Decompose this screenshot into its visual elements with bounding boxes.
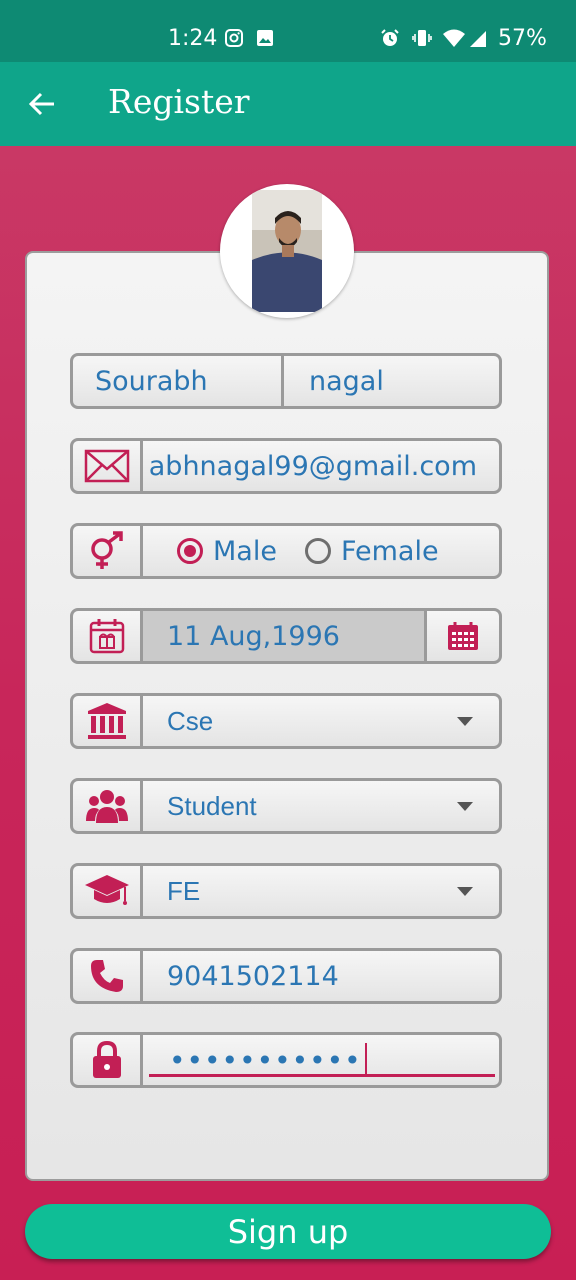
phone-icon <box>90 960 123 992</box>
year-row: FE <box>70 863 502 919</box>
status-time: 1:24 <box>168 26 218 51</box>
role-select[interactable]: Student <box>143 781 499 831</box>
text-cursor <box>365 1043 367 1077</box>
profile-photo <box>252 190 322 312</box>
department-row: Cse <box>70 693 502 749</box>
year-value: FE <box>167 875 201 906</box>
image-icon <box>257 30 273 46</box>
password-input[interactable]: ••••••••••• <box>143 1035 499 1085</box>
vibrate-icon <box>412 30 432 46</box>
birthday-calendar-icon <box>89 619 124 654</box>
email-row: abhnagal99@gmail.com <box>70 438 502 494</box>
female-radio[interactable] <box>304 538 331 564</box>
app-bar: Register <box>0 62 576 146</box>
phone-input[interactable]: 9041502114 <box>143 951 499 1001</box>
signal-icon <box>470 31 486 47</box>
email-input[interactable]: abhnagal99@gmail.com <box>143 441 499 491</box>
male-radio[interactable] <box>177 538 203 564</box>
gender-icon <box>90 531 123 569</box>
status-bar: 1:24 57% <box>0 0 576 62</box>
gender-icon-box <box>73 526 143 576</box>
instagram-icon <box>225 29 243 47</box>
dob-row: 11 Aug,1996 <box>70 608 502 664</box>
battery-level: 57% <box>498 26 547 51</box>
password-icon-box <box>73 1035 143 1085</box>
chevron-down-icon <box>457 716 473 726</box>
female-label: Female <box>340 535 439 567</box>
calendar-icon <box>448 622 478 650</box>
chevron-down-icon <box>457 801 473 811</box>
phone-icon-box <box>73 951 143 1001</box>
gender-option-female[interactable]: Female <box>304 535 439 567</box>
dob-input[interactable]: 11 Aug,1996 <box>143 611 424 661</box>
wifi-icon <box>443 29 465 47</box>
role-row: Student <box>70 778 502 834</box>
name-row: Sourabh nagal <box>70 353 502 409</box>
gender-option-male[interactable]: Male <box>177 536 277 567</box>
focus-underline <box>149 1074 495 1077</box>
male-label: Male <box>213 535 277 567</box>
department-value: Cse <box>167 705 214 736</box>
date-picker-button[interactable] <box>424 611 499 661</box>
password-mask: ••••••••••• <box>169 1044 362 1077</box>
year-select[interactable]: FE <box>143 866 499 916</box>
last-name-input[interactable]: nagal <box>284 356 499 406</box>
password-row: ••••••••••• <box>70 1032 502 1088</box>
role-icon-box <box>73 781 143 831</box>
email-icon-box <box>73 441 143 491</box>
department-select[interactable]: Cse <box>143 696 499 746</box>
avatar[interactable] <box>220 184 354 318</box>
first-name-input[interactable]: Sourabh <box>73 356 284 406</box>
arrow-left-icon[interactable] <box>28 90 56 118</box>
lock-icon <box>92 1040 121 1078</box>
gender-row: Male Female <box>70 523 502 579</box>
role-value: Student <box>167 790 257 821</box>
alarm-icon <box>381 29 399 46</box>
department-icon-box <box>73 696 143 746</box>
phone-row: 9041502114 <box>70 948 502 1004</box>
signup-button[interactable]: Sign up <box>25 1204 551 1259</box>
institution-icon <box>87 703 126 739</box>
graduation-cap-icon <box>84 875 129 905</box>
page-title: Register <box>108 82 250 121</box>
gender-radio-group: Male Female <box>143 526 499 576</box>
year-icon-box <box>73 866 143 916</box>
users-icon <box>85 790 128 823</box>
mail-icon <box>84 449 129 483</box>
chevron-down-icon <box>457 886 473 896</box>
birthday-icon-box <box>73 611 143 661</box>
